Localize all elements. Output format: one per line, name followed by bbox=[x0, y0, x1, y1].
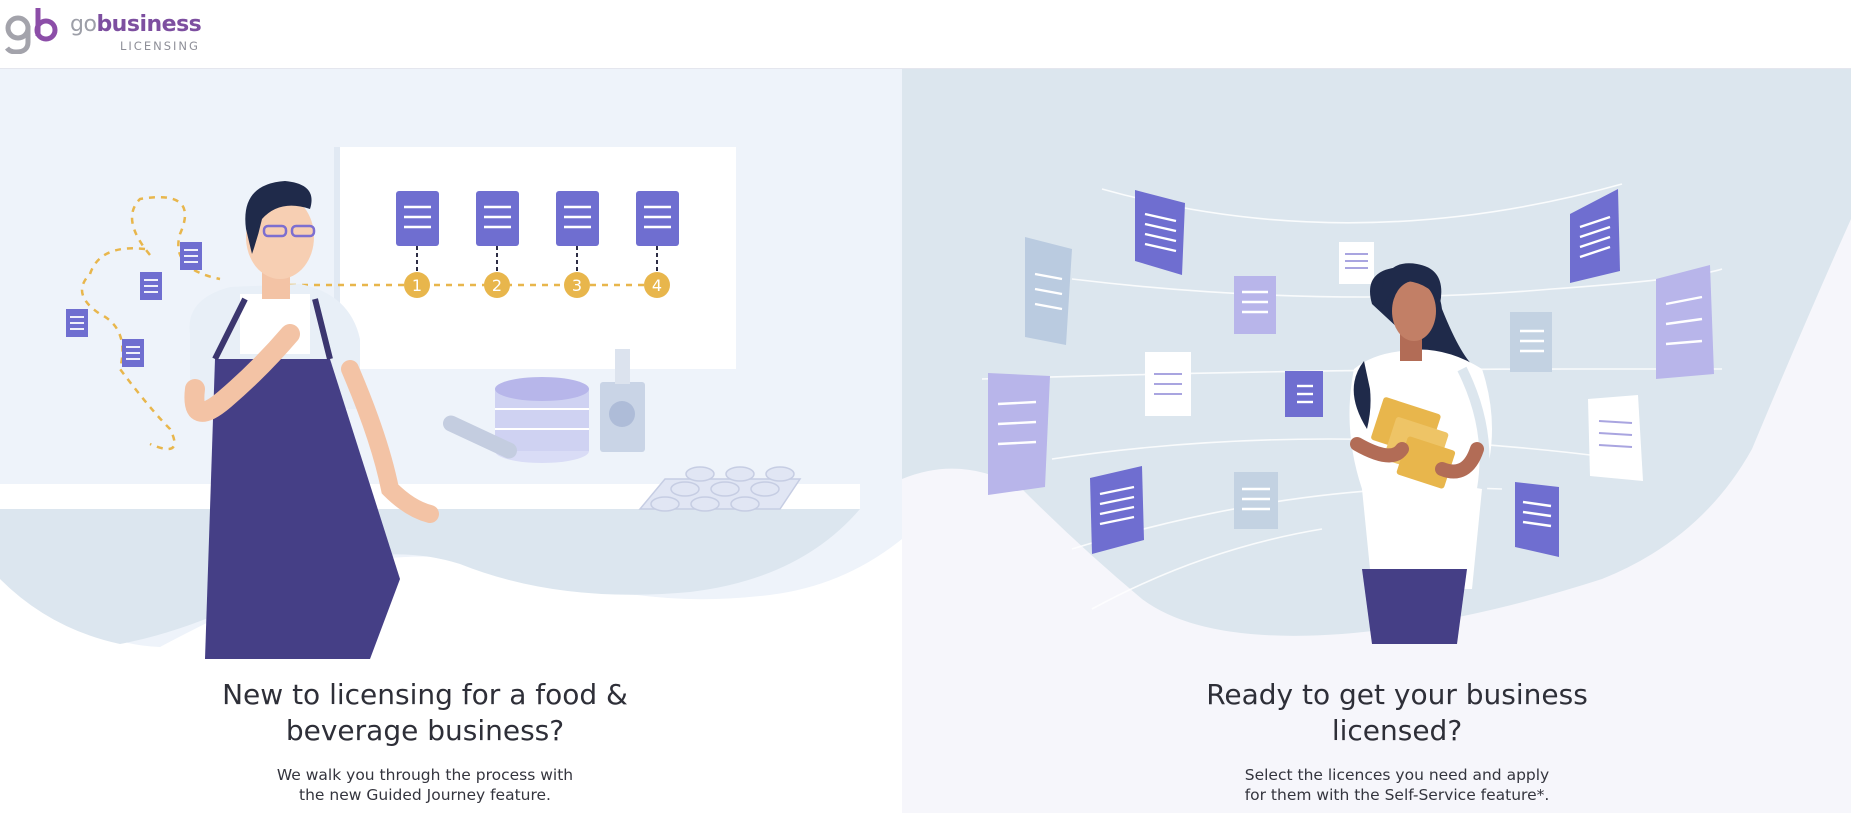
guided-title-line1: New to licensing for a food & bbox=[222, 678, 628, 711]
floating-doc-7 bbox=[988, 373, 1050, 495]
floating-doc-1 bbox=[1135, 190, 1185, 275]
floating-doc-14 bbox=[1515, 482, 1559, 557]
self-service-description: Select the licences you need and apply fo… bbox=[1172, 765, 1622, 805]
step-number-2: 2 bbox=[492, 276, 502, 295]
guided-journey-card[interactable]: 1 2 3 4 New to licensing for a food & be… bbox=[0, 69, 902, 813]
self-service-title: Ready to get your business licensed? bbox=[1162, 677, 1632, 749]
logo-wordmark: gobusiness bbox=[70, 12, 202, 37]
self-title-line1: Ready to get your business bbox=[1206, 678, 1588, 711]
self-desc-line1: Select the licences you need and apply bbox=[1244, 766, 1550, 784]
gb-monogram-icon bbox=[5, 8, 58, 54]
floating-doc-4 bbox=[1339, 242, 1374, 284]
floating-doc-13 bbox=[1588, 395, 1643, 481]
step-number-1: 1 bbox=[412, 276, 422, 295]
guided-desc-line2: the new Guided Journey feature. bbox=[299, 786, 551, 804]
self-title-line2: licensed? bbox=[1331, 714, 1463, 747]
step-number-3: 3 bbox=[572, 276, 582, 295]
self-desc-line2: for them with the Self-Service feature*. bbox=[1244, 786, 1550, 804]
guided-journey-description: We walk you through the process with the … bbox=[250, 765, 600, 805]
floating-doc-3 bbox=[1234, 276, 1276, 334]
guided-title-line2: beverage business? bbox=[285, 714, 565, 747]
step-number-4: 4 bbox=[652, 276, 662, 295]
woman-floating-documents-illustration bbox=[902, 69, 1851, 644]
logo-subtitle: LICENSING bbox=[120, 39, 200, 53]
guided-desc-line1: We walk you through the process with bbox=[276, 766, 574, 784]
self-service-card[interactable]: Ready to get your business licensed? Sele… bbox=[902, 69, 1851, 813]
guided-journey-title: New to licensing for a food & beverage bu… bbox=[195, 677, 655, 749]
logo-go: go bbox=[70, 12, 97, 37]
logo-business: business bbox=[96, 12, 202, 37]
top-header: gobusiness LICENSING bbox=[0, 0, 1851, 69]
floating-doc-9 bbox=[1234, 472, 1278, 529]
chef-guided-journey-illustration: 1 2 3 4 bbox=[0, 69, 902, 659]
